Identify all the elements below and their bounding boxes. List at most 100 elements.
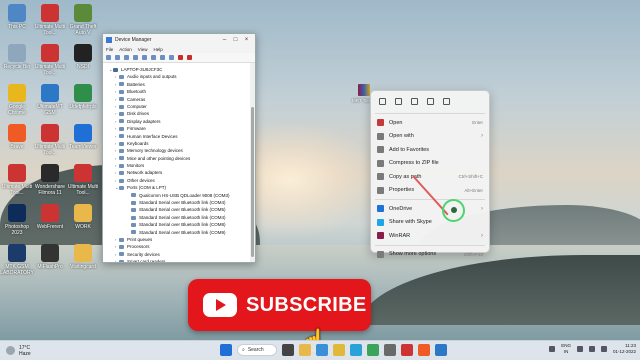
menu-help[interactable]: Help xyxy=(153,47,162,52)
desktop-icon[interactable]: Brave xyxy=(0,124,34,150)
tree-category[interactable]: › Audio inputs and outputs xyxy=(109,73,250,80)
battery-icon[interactable] xyxy=(600,346,607,352)
menu-file[interactable]: File xyxy=(106,47,113,52)
desktop-icon[interactable]: NSDI xyxy=(66,44,100,70)
context-menu-item[interactable]: Add to Favorites xyxy=(371,143,489,157)
tree-category[interactable]: › Disk drives xyxy=(109,110,250,117)
brave-icon[interactable] xyxy=(418,344,430,356)
desktop-icon[interactable]: Grand Theft Auto V xyxy=(66,4,100,36)
desktop-icon[interactable]: Ultimate Multi Tool... xyxy=(66,164,100,196)
scrollbar[interactable] xyxy=(250,63,255,262)
copy-icon[interactable] xyxy=(395,97,402,105)
desktop-icon[interactable]: Udefpfefrpls xyxy=(66,84,100,110)
desktop-icon[interactable]: UltimateMT GSM xyxy=(33,84,67,116)
tree-root[interactable]: ⌄ LAPTOP-3U9JCF3C xyxy=(109,66,250,73)
uninstall-icon[interactable] xyxy=(178,55,183,60)
cut-icon[interactable] xyxy=(379,97,386,105)
tree-device[interactable]: Standard Serial over Bluetooth link (COM… xyxy=(109,229,250,236)
tree-category[interactable]: › Firmware xyxy=(109,125,250,132)
language-indicator[interactable]: ENG IN xyxy=(561,343,571,355)
context-menu-item[interactable]: Share with Skype xyxy=(371,216,489,230)
tree-category[interactable]: › Network adapters xyxy=(109,169,250,176)
chrome-icon[interactable] xyxy=(333,344,345,356)
desktop-icon[interactable]: Photoshop 2023 xyxy=(0,204,34,236)
tree-category[interactable]: › Keyboards xyxy=(109,140,250,147)
context-menu-item[interactable]: Show more options Shift+F10 xyxy=(371,248,489,262)
tree-category[interactable]: › Batteries xyxy=(109,81,250,88)
remove-icon[interactable] xyxy=(187,55,192,60)
desktop-icon[interactable]: WORK xyxy=(66,204,100,230)
search-box[interactable]: ⌕ Search xyxy=(237,344,277,356)
desktop-icon[interactable]: MiFlashPro xyxy=(33,244,67,270)
whatsapp-icon[interactable] xyxy=(367,344,379,356)
tree-category[interactable]: › Smart card readers xyxy=(109,258,250,262)
desktop-icon[interactable]: This PC xyxy=(0,4,34,30)
store-icon[interactable] xyxy=(435,344,447,356)
tree-category[interactable]: ⌄ Ports (COM & LPT) xyxy=(109,184,250,191)
share-icon[interactable] xyxy=(427,97,434,105)
maximize-button[interactable]: □ xyxy=(230,37,241,43)
tree-category[interactable]: › Human Interface Devices xyxy=(109,133,250,140)
context-menu-item[interactable]: WinRAR › xyxy=(371,229,489,243)
menu-view[interactable]: View xyxy=(138,47,148,52)
start-icon[interactable] xyxy=(220,344,232,356)
view-icon[interactable] xyxy=(124,55,129,60)
tree-category[interactable]: › Memory technology devices xyxy=(109,147,250,154)
wifi-icon[interactable] xyxy=(576,346,583,352)
tree-category[interactable]: › Processors xyxy=(109,243,250,250)
properties-icon[interactable] xyxy=(142,55,147,60)
desktop-icon[interactable]: Ultimate Multi Tool... xyxy=(33,4,67,36)
desktop-icon[interactable]: TeamViewer xyxy=(66,124,100,150)
task-view-icon[interactable] xyxy=(282,344,294,356)
context-menu-item[interactable]: OneDrive › xyxy=(371,202,489,216)
tree-device[interactable]: Standard Serial over Bluetooth link (COM… xyxy=(109,199,250,206)
device-manager-window[interactable]: Device Manager – □ × File Action View He… xyxy=(102,33,256,263)
desktop-icon[interactable]: Ultimate Multi Tool... xyxy=(33,124,67,156)
chevron-up-icon[interactable] xyxy=(549,346,556,352)
tree-device[interactable]: Qualcomm HS-USB QDLoader 9008 (COM3) xyxy=(109,192,250,199)
desktop-icon[interactable]: WebFrerent xyxy=(33,204,67,230)
tree-category[interactable]: › Display adapters xyxy=(109,118,250,125)
weather-widget[interactable]: 17°C Haze xyxy=(0,345,90,357)
context-menu-item[interactable]: Open Enter xyxy=(371,116,489,130)
scan-icon[interactable] xyxy=(151,55,156,60)
subscribe-button[interactable]: SUBSCRIBE xyxy=(188,279,371,331)
context-menu-item[interactable]: Open with › xyxy=(371,130,489,144)
desktop-icon[interactable]: Wondershare Filmora 11 xyxy=(33,164,67,196)
desktop-icon[interactable]: Visitingcard xyxy=(66,244,100,270)
desktop-icon[interactable]: Ultimate Multi Tool... xyxy=(0,164,34,196)
tree-category[interactable]: › Monitors xyxy=(109,162,250,169)
tree-device[interactable]: Standard Serial over Bluetooth link (COM… xyxy=(109,221,250,228)
desktop-icon[interactable]: MTK GSM LABORATORY xyxy=(0,244,34,276)
close-button[interactable]: × xyxy=(241,37,252,43)
desktop-icon[interactable]: Ultimate Multi Tool... xyxy=(33,44,67,76)
forward-icon[interactable] xyxy=(115,55,120,60)
back-icon[interactable] xyxy=(106,55,111,60)
tree-category[interactable]: › Computer xyxy=(109,103,250,110)
context-menu-item[interactable]: Compress to ZIP file xyxy=(371,157,489,171)
tree-category[interactable]: › Mice and other pointing devices xyxy=(109,155,250,162)
menu-action[interactable]: Action xyxy=(119,47,132,52)
desktop-icon[interactable]: Recycle Bin xyxy=(0,44,34,70)
volume-icon[interactable] xyxy=(588,346,595,352)
edge-icon[interactable] xyxy=(316,344,328,356)
minimize-button[interactable]: – xyxy=(219,37,230,43)
tree-category[interactable]: › Cameras xyxy=(109,96,250,103)
telegram-icon[interactable] xyxy=(350,344,362,356)
disable-icon[interactable] xyxy=(169,55,174,60)
file-explorer-icon[interactable] xyxy=(299,344,311,356)
rename-icon[interactable] xyxy=(411,97,418,105)
context-menu-item[interactable]: Copy as path Ctrl+Shift+C xyxy=(371,170,489,184)
scrollbar-thumb[interactable] xyxy=(251,107,254,257)
app-icon[interactable] xyxy=(401,344,413,356)
tree-device[interactable]: Standard Serial over Bluetooth link (COM… xyxy=(109,206,250,213)
desktop-icon[interactable]: Google Chrome xyxy=(0,84,34,116)
settings-icon[interactable] xyxy=(384,344,396,356)
help-icon[interactable] xyxy=(133,55,138,60)
delete-icon[interactable] xyxy=(443,97,450,105)
tree-category[interactable]: › Bluetooth xyxy=(109,88,250,95)
tree-device[interactable]: Standard Serial over Bluetooth link (COM… xyxy=(109,214,250,221)
clock[interactable]: 11:23 01-12-2022 xyxy=(613,343,636,355)
tree-category[interactable]: › Print queues xyxy=(109,236,250,243)
tree-category[interactable]: › Other devices xyxy=(109,177,250,184)
